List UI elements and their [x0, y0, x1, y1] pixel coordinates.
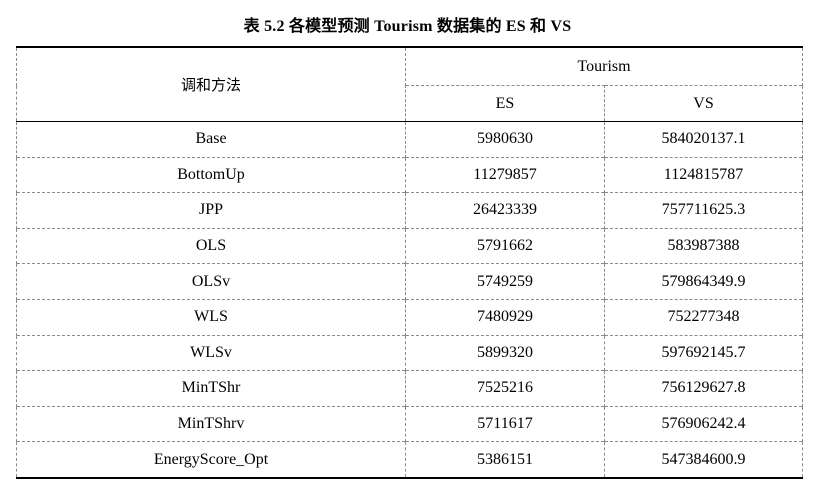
- es-cell: 11279857: [405, 156, 605, 193]
- method-cell: BottomUp: [16, 156, 406, 193]
- vs-cell: 583987388: [603, 227, 804, 264]
- es-column-header: ES: [405, 85, 605, 122]
- table-row: WLS 7480929 752277348: [16, 298, 804, 336]
- es-cell-best: 5386151: [405, 441, 605, 479]
- vs-cell: 752277348: [603, 298, 804, 336]
- method-cell: OLS: [16, 227, 406, 264]
- method-cell: MinTShrv: [16, 405, 406, 442]
- method-cell: WLS: [16, 298, 406, 336]
- results-table: 调和方法 Tourism ES VS Base 5980630 58402013…: [16, 46, 804, 479]
- method-cell: JPP: [16, 192, 406, 229]
- es-cell: 26423339: [405, 192, 605, 229]
- method-column-header: 调和方法: [16, 46, 406, 122]
- table-row: EnergyScore_Opt 5386151 547384600.9: [16, 441, 804, 479]
- method-cell: WLSv: [16, 334, 406, 371]
- table-row: MinTShrv 5711617 576906242.4: [16, 405, 804, 442]
- vs-column-header: VS: [603, 85, 804, 122]
- vs-cell: 757711625.3: [603, 192, 804, 229]
- method-cell: EnergyScore_Opt: [16, 441, 406, 479]
- header-row-1: 调和方法 Tourism: [16, 46, 804, 122]
- method-cell: Base: [16, 121, 406, 158]
- method-cell: OLSv: [16, 263, 406, 300]
- vs-cell: 576906242.4: [603, 405, 804, 442]
- table-row: JPP 26423339 757711625.3: [16, 192, 804, 229]
- table-row: WLSv 5899320 597692145.7: [16, 334, 804, 371]
- es-cell: 5791662: [405, 227, 605, 264]
- es-cell: 5711617: [405, 405, 605, 442]
- vs-cell: 1124815787: [603, 156, 804, 193]
- table-row: OLS 5791662 583987388: [16, 227, 804, 264]
- vs-cell: 597692145.7: [603, 334, 804, 371]
- table-row: MinTShr 7525216 756129627.8: [16, 370, 804, 407]
- table-row: BottomUp 11279857 1124815787: [16, 156, 804, 193]
- es-cell: 5899320: [405, 334, 605, 371]
- table-caption: 表 5.2 各模型预测 Tourism 数据集的 ES 和 VS: [243, 18, 572, 35]
- method-cell: MinTShr: [16, 370, 406, 407]
- results-table-container: 调和方法 Tourism ES VS Base 5980630 58402013…: [16, 46, 804, 479]
- vs-cell: 584020137.1: [603, 121, 804, 158]
- dataset-column-header: Tourism: [404, 46, 804, 86]
- vs-cell: 579864349.9: [603, 263, 804, 300]
- es-cell: 5749259: [405, 263, 605, 300]
- table-row: OLSv 5749259 579864349.9: [16, 263, 804, 300]
- vs-cell-best: 547384600.9: [603, 441, 804, 479]
- vs-cell: 756129627.8: [603, 370, 804, 407]
- es-cell: 7525216: [405, 370, 605, 407]
- table-row: Base 5980630 584020137.1: [16, 121, 804, 158]
- es-cell: 7480929: [405, 298, 605, 336]
- es-cell: 5980630: [405, 121, 605, 158]
